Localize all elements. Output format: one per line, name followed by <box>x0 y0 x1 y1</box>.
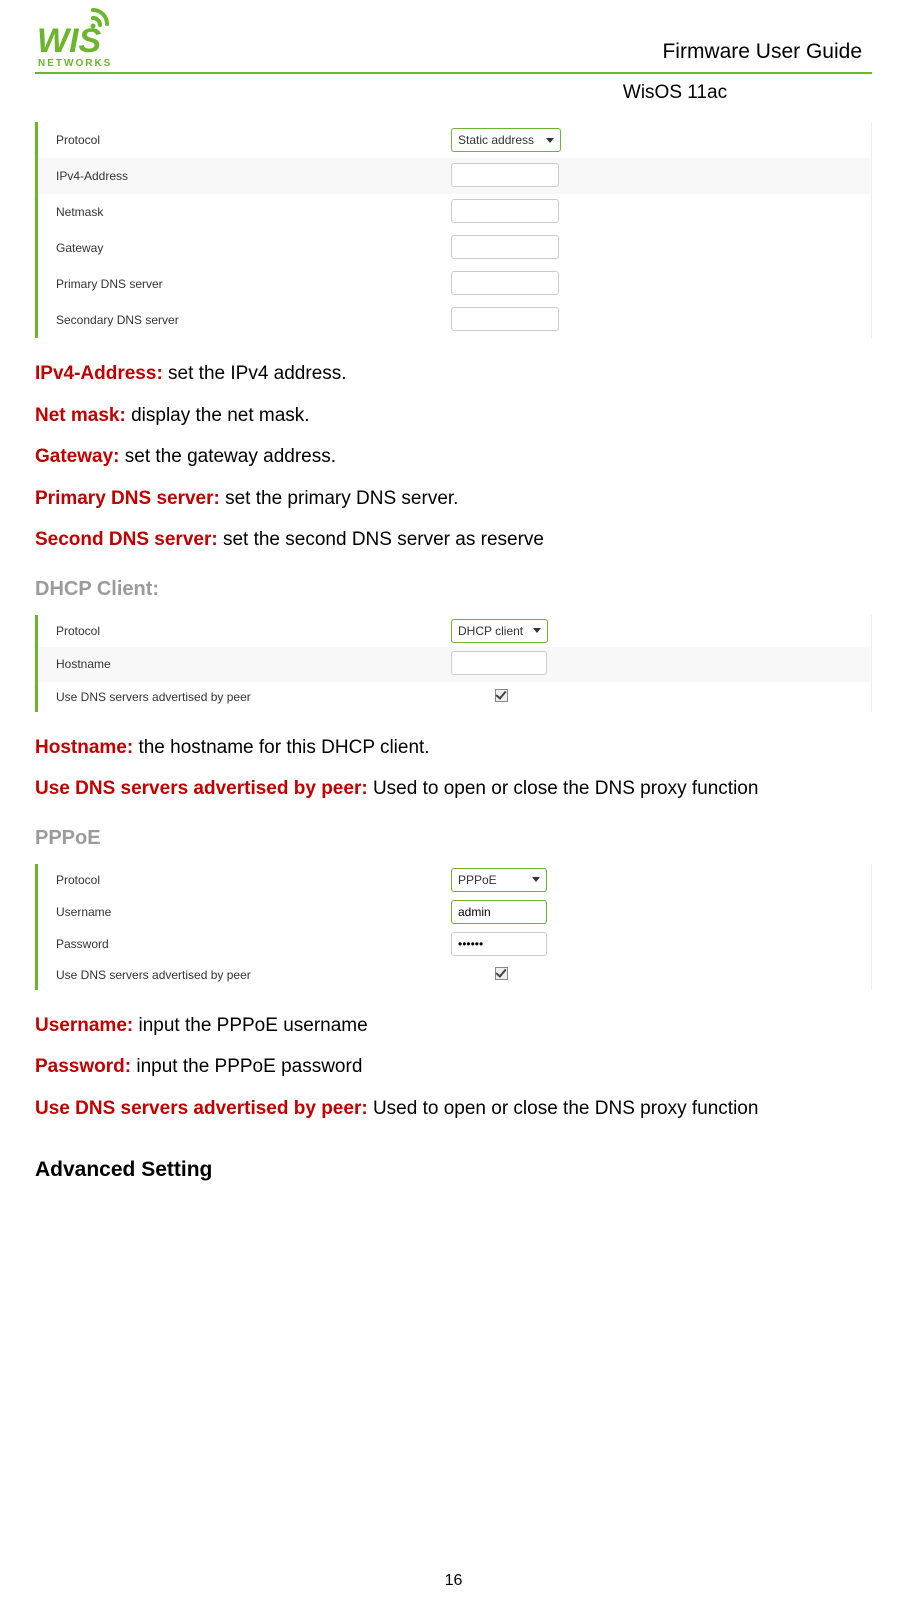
hostname-input[interactable] <box>451 651 547 675</box>
section-dhcp-client: DHCP Client: <box>35 578 872 601</box>
chevron-down-icon <box>533 628 541 633</box>
def-ipv4: IPv4-Address: set the IPv4 address. <box>35 360 872 388</box>
section-advanced-setting: Advanced Setting <box>35 1158 872 1182</box>
def-pppoe-password: Password: input the PPPoE password <box>35 1053 872 1081</box>
def-pppoe-usedns: Use DNS servers advertised by peer: Used… <box>35 1095 872 1123</box>
section-pppoe: PPPoE <box>35 827 872 850</box>
protocol-select-value: Static address <box>458 129 534 151</box>
row-secondary-dns: Secondary DNS server <box>38 302 871 338</box>
row-primary-dns: Primary DNS server <box>38 266 871 302</box>
dhcp-protocol-select[interactable]: DHCP client <box>451 619 548 643</box>
static-address-panel: Protocol Static address IPv4-Address Net… <box>35 122 872 338</box>
label-protocol: Protocol <box>56 133 451 147</box>
pppoe-username-input[interactable]: admin <box>451 900 547 924</box>
def-netmask: Net mask: display the net mask. <box>35 402 872 430</box>
ipv4-input[interactable] <box>451 163 559 187</box>
row-dhcp-usedns: Use DNS servers advertised by peer <box>38 682 871 712</box>
protocol-select[interactable]: Static address <box>451 128 561 152</box>
netmask-input[interactable] <box>451 199 559 223</box>
def-pdns: Primary DNS server: set the primary DNS … <box>35 485 872 513</box>
doc-subtitle: WisOS 11ac <box>515 82 835 104</box>
def-dhcp-usedns: Use DNS servers advertised by peer: Used… <box>35 775 872 803</box>
row-dhcp-hostname: Hostname <box>38 647 871 682</box>
row-dhcp-protocol: Protocol DHCP client <box>38 615 871 647</box>
svg-text:NETWORKS: NETWORKS <box>38 58 112 69</box>
primary-dns-input[interactable] <box>451 271 559 295</box>
dhcp-protocol-value: DHCP client <box>458 620 523 642</box>
row-pppoe-usedns: Use DNS servers advertised by peer <box>38 960 871 990</box>
header-rule <box>35 72 872 74</box>
row-pppoe-password: Password •••••• <box>38 928 871 960</box>
wis-logo: WIS NETWORKS <box>35 6 115 70</box>
chevron-down-icon <box>532 877 540 882</box>
pppoe-protocol-select[interactable]: PPPoE <box>451 868 547 892</box>
row-ipv4: IPv4-Address <box>38 158 871 194</box>
gateway-input[interactable] <box>451 235 559 259</box>
label-pppoe-password: Password <box>56 937 451 951</box>
doc-title: Firmware User Guide <box>662 40 872 70</box>
label-dhcp-usedns: Use DNS servers advertised by peer <box>56 690 451 704</box>
dhcp-client-panel: Protocol DHCP client Hostname Use DNS se… <box>35 615 872 712</box>
dhcp-usedns-checkbox[interactable] <box>495 689 508 702</box>
def-gateway: Gateway: set the gateway address. <box>35 443 872 471</box>
row-protocol: Protocol Static address <box>38 122 871 158</box>
label-gateway: Gateway <box>56 241 451 255</box>
page-content: Protocol Static address IPv4-Address Net… <box>35 104 872 1182</box>
def-hostname: Hostname: the hostname for this DHCP cli… <box>35 734 872 762</box>
svg-text:WIS: WIS <box>37 22 102 60</box>
pppoe-usedns-checkbox[interactable] <box>495 967 508 980</box>
def-sdns: Second DNS server: set the second DNS se… <box>35 526 872 554</box>
label-dhcp-hostname: Hostname <box>56 657 451 671</box>
label-sdns: Secondary DNS server <box>56 313 451 327</box>
row-pppoe-username: Username admin <box>38 896 871 928</box>
label-ipv4: IPv4-Address <box>56 169 451 183</box>
label-pppoe-usedns: Use DNS servers advertised by peer <box>56 968 451 982</box>
def-pppoe-username: Username: input the PPPoE username <box>35 1012 872 1040</box>
label-netmask: Netmask <box>56 205 451 219</box>
chevron-down-icon <box>546 138 554 143</box>
row-netmask: Netmask <box>38 194 871 230</box>
page-header: WIS NETWORKS Firmware User Guide <box>35 0 872 70</box>
row-pppoe-protocol: Protocol PPPoE <box>38 864 871 896</box>
pppoe-panel: Protocol PPPoE Username admin Password •… <box>35 864 872 990</box>
page-number: 16 <box>0 1572 907 1590</box>
label-pppoe-protocol: Protocol <box>56 873 451 887</box>
label-pppoe-username: Username <box>56 905 451 919</box>
label-dhcp-protocol: Protocol <box>56 624 451 638</box>
label-pdns: Primary DNS server <box>56 277 451 291</box>
secondary-dns-input[interactable] <box>451 307 559 331</box>
pppoe-protocol-value: PPPoE <box>458 869 497 891</box>
row-gateway: Gateway <box>38 230 871 266</box>
pppoe-password-input[interactable]: •••••• <box>451 932 547 956</box>
